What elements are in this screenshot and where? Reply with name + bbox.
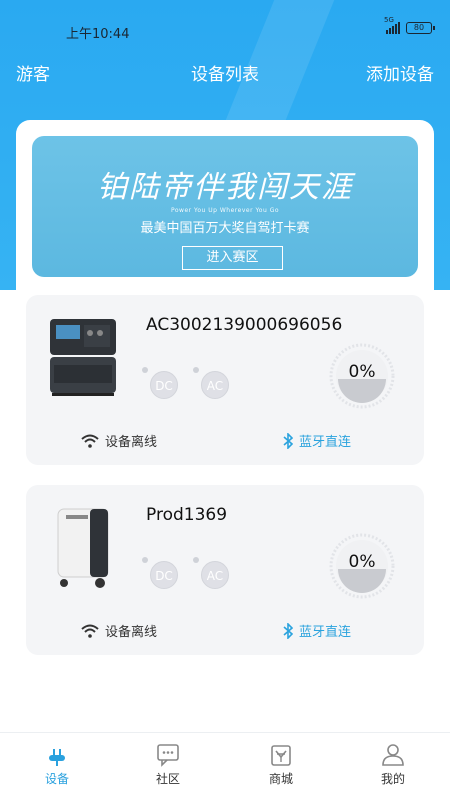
ac-output-indicator: AC (201, 371, 229, 399)
tab-devices[interactable]: 设备 (27, 741, 87, 787)
tab-label: 设备 (44, 772, 69, 786)
bluetooth-icon (283, 622, 293, 639)
signal-icon: 5G (384, 16, 400, 34)
banner-subtitle: 最美中国百万大奖自驾打卡赛 (140, 221, 310, 236)
tab-shop[interactable]: 商城 (251, 741, 311, 787)
dc-output-indicator: DC (150, 371, 178, 399)
tab-community[interactable]: 社区 (138, 741, 198, 787)
top-nav: 游客 设备列表 添加设备 (0, 56, 450, 86)
banner-calligraphy: 铂陆帝伴我闯天涯 (97, 170, 353, 205)
wifi-status: 设备离线 (81, 431, 157, 450)
wifi-status: 设备离线 (81, 621, 157, 640)
wifi-icon (81, 434, 99, 448)
tab-label: 我的 (380, 772, 405, 786)
banner-slogan: Power You Up Wherever You Go (170, 207, 280, 214)
status-indicators: 5G 80 (384, 16, 435, 34)
dc-output-indicator: DC (150, 561, 178, 589)
battery-percent: 0% (348, 362, 376, 382)
bluetooth-label: 蓝牙直连 (299, 625, 352, 640)
device-name: AC3002139000696056 (146, 315, 343, 335)
bluetooth-connect-button[interactable]: 蓝牙直连 (283, 431, 351, 450)
tab-profile[interactable]: 我的 (363, 741, 423, 787)
network-type: 5G (384, 16, 394, 24)
status-dot (193, 557, 199, 563)
bluetooth-label: 蓝牙直连 (299, 435, 352, 450)
device-card[interactable]: Prod1369 DC AC 0% 设备离线 蓝牙直连 (26, 485, 424, 655)
bluetooth-icon (283, 432, 293, 449)
plug-icon (49, 749, 65, 766)
tab-label: 商城 (268, 772, 293, 786)
bottom-tab-bar: 设备 社区 商城 我的 (0, 732, 450, 800)
wifi-status-label: 设备离线 (105, 625, 158, 640)
battery-percent: 0% (348, 552, 376, 572)
shop-bag-icon (271, 745, 291, 766)
device-panel: 铂陆帝伴我闯天涯 Power You Up Wherever You Go 最美… (16, 120, 434, 760)
wifi-icon (81, 624, 99, 638)
status-dot (193, 367, 199, 373)
chat-icon (157, 744, 179, 767)
status-dot (142, 557, 148, 563)
promo-banner[interactable]: 铂陆帝伴我闯天涯 Power You Up Wherever You Go 最美… (32, 136, 418, 277)
ac-output-indicator: AC (201, 561, 229, 589)
device-card[interactable]: AC3002139000696056 DC AC 0% 设备离线 蓝牙直连 (26, 295, 424, 465)
enter-contest-button[interactable]: 进入赛区 (182, 246, 283, 270)
status-time: 上午10:44 (66, 27, 130, 42)
wifi-status-label: 设备离线 (105, 435, 158, 450)
bluetooth-connect-button[interactable]: 蓝牙直连 (283, 621, 351, 640)
battery-icon: 80 (406, 22, 435, 34)
tab-label: 社区 (155, 772, 180, 786)
status-dot (142, 367, 148, 373)
power-station-image (57, 508, 109, 588)
status-bar: 上午10:44 5G 80 (0, 0, 450, 42)
add-device-button[interactable]: 添加设备 (366, 60, 434, 85)
device-name: Prod1369 (146, 505, 228, 525)
user-icon (382, 744, 404, 766)
power-station-image (50, 319, 116, 396)
